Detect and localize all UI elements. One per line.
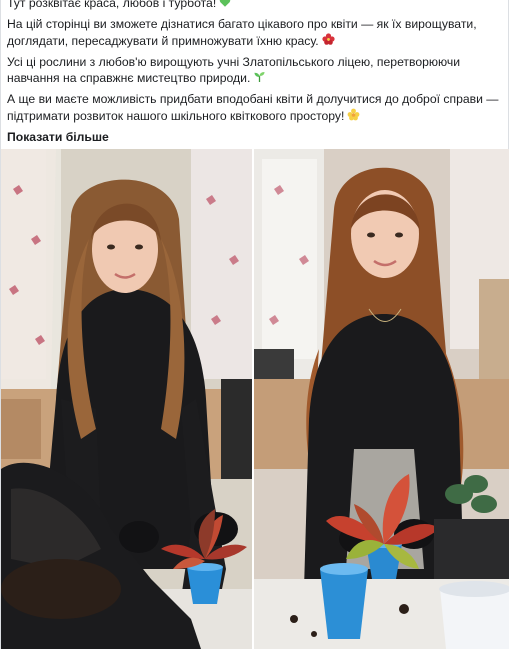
green-heart-icon: [219, 0, 231, 12]
show-more-link[interactable]: Показати більше: [7, 129, 109, 146]
post-paragraph-text: Тут розквітає краса, любов і турбота!: [7, 0, 217, 10]
post-paragraph-text: На цій сторінці ви зможете дізнатися баг…: [7, 17, 477, 48]
hibiscus-icon: [322, 33, 335, 50]
facebook-post: Тут розквітає краса, любов і турбота! На…: [0, 0, 509, 649]
blossom-icon: [347, 108, 360, 126]
post-paragraph: Тут розквітає краса, любов і турбота!: [7, 0, 505, 12]
post-paragraph: На цій сторінці ви зможете дізнатися баг…: [7, 16, 505, 50]
post-paragraph: Усі ці рослини з любов'ю вирощують учні …: [7, 54, 505, 88]
photo-grid: [1, 149, 509, 649]
seedling-icon: [253, 71, 266, 88]
post-paragraph: А ще ви маєте можливість придбати вподоб…: [7, 91, 505, 125]
post-paragraph-text: А ще ви маєте можливість придбати вподоб…: [7, 92, 499, 123]
post-text: Тут розквітає краса, любов і турбота! На…: [7, 0, 505, 146]
photo-girl-repotting-coleus-right[interactable]: [254, 149, 509, 649]
photo-girl-repotting-plant-left[interactable]: [1, 149, 252, 649]
post-paragraph-text: Усі ці рослини з любов'ю вирощують учні …: [7, 54, 461, 86]
